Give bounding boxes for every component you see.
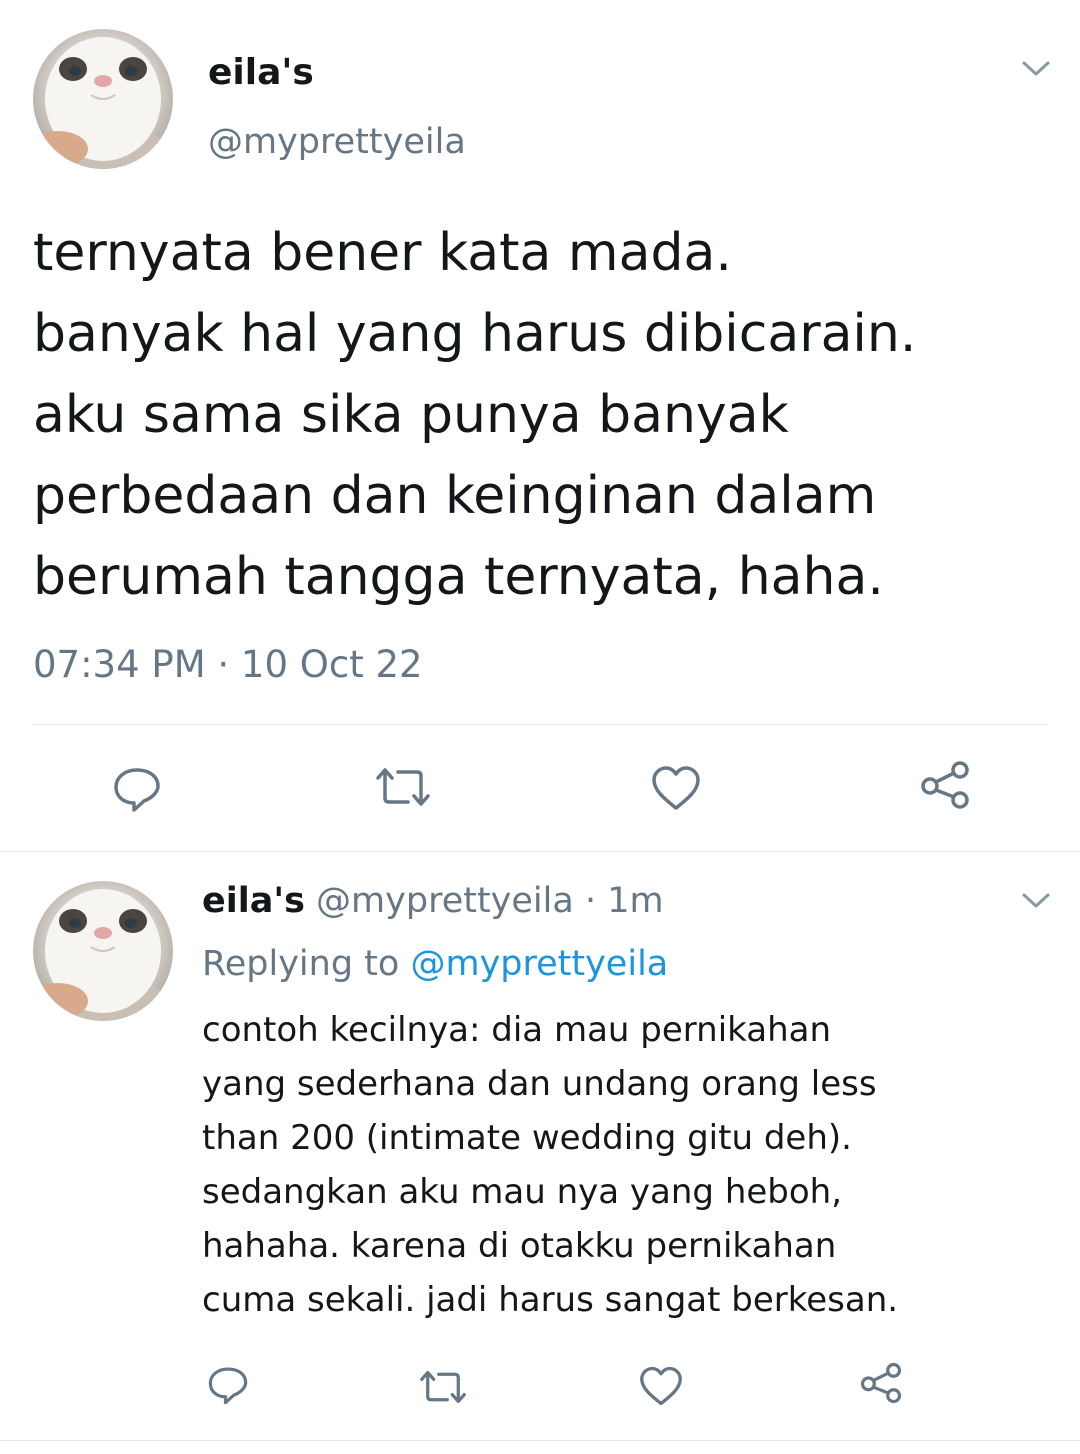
tweet-text: ternyata bener kata mada. banyak hal yan… [33, 213, 916, 618]
replying-to: Replying to @myprettyeila [202, 944, 668, 984]
tweet-text-line: cuma sekali. jadi harus sangat berkesan. [202, 1280, 899, 1320]
display-name[interactable]: eila's [202, 881, 305, 921]
tweet-text-line: than 200 (intimate wedding gitu deh). [202, 1118, 852, 1158]
reply-icon[interactable] [110, 764, 164, 814]
tweet-text-line: berumah tangga ternyata, haha. [33, 547, 884, 607]
replying-to-handle[interactable]: @myprettyeila [410, 944, 668, 984]
replying-to-label: Replying to [202, 944, 400, 984]
tweet-text-line: sedangkan aku mau nya yang heboh, [202, 1172, 843, 1212]
display-name[interactable]: eila's [208, 52, 314, 93]
chevron-down-icon[interactable] [1020, 58, 1052, 80]
tweet-text-line: hahaha. karena di otakku pernikahan [202, 1226, 837, 1266]
tweet-text-line: perbedaan dan keinginan dalam [33, 466, 877, 526]
tweet-text: contoh kecilnya: dia mau pernikahan yang… [202, 1003, 898, 1327]
user-handle[interactable]: @myprettyeila [208, 122, 466, 162]
user-handle[interactable]: @myprettyeila [316, 881, 574, 921]
avatar[interactable] [33, 881, 173, 1021]
tweet-text-line: contoh kecilnya: dia mau pernikahan [202, 1010, 831, 1050]
tweet-time[interactable]: 1m [607, 881, 663, 921]
like-icon[interactable] [650, 764, 702, 812]
tweet-text-line: aku sama sika punya banyak [33, 385, 789, 445]
divider [0, 851, 1080, 852]
retweet-icon[interactable] [370, 764, 436, 810]
tweet-timestamp[interactable]: 07:34 PM · 10 Oct 22 [33, 643, 423, 686]
divider [33, 724, 1048, 725]
retweet-icon[interactable] [415, 1367, 471, 1407]
tweet-text-line: ternyata bener kata mada. [33, 223, 732, 283]
reply-header: eila's @myprettyeila · 1m [202, 881, 664, 921]
divider [0, 1440, 1080, 1441]
reply-icon[interactable] [205, 1364, 251, 1406]
share-icon[interactable] [918, 760, 972, 810]
chevron-down-icon[interactable] [1020, 890, 1052, 912]
tweet-text-line: yang sederhana dan undang orang less [202, 1064, 877, 1104]
separator-dot: · [584, 881, 597, 921]
share-icon[interactable] [858, 1362, 904, 1404]
like-icon[interactable] [638, 1365, 684, 1407]
avatar[interactable] [33, 29, 173, 169]
tweet-text-line: banyak hal yang harus dibicarain. [33, 304, 917, 364]
